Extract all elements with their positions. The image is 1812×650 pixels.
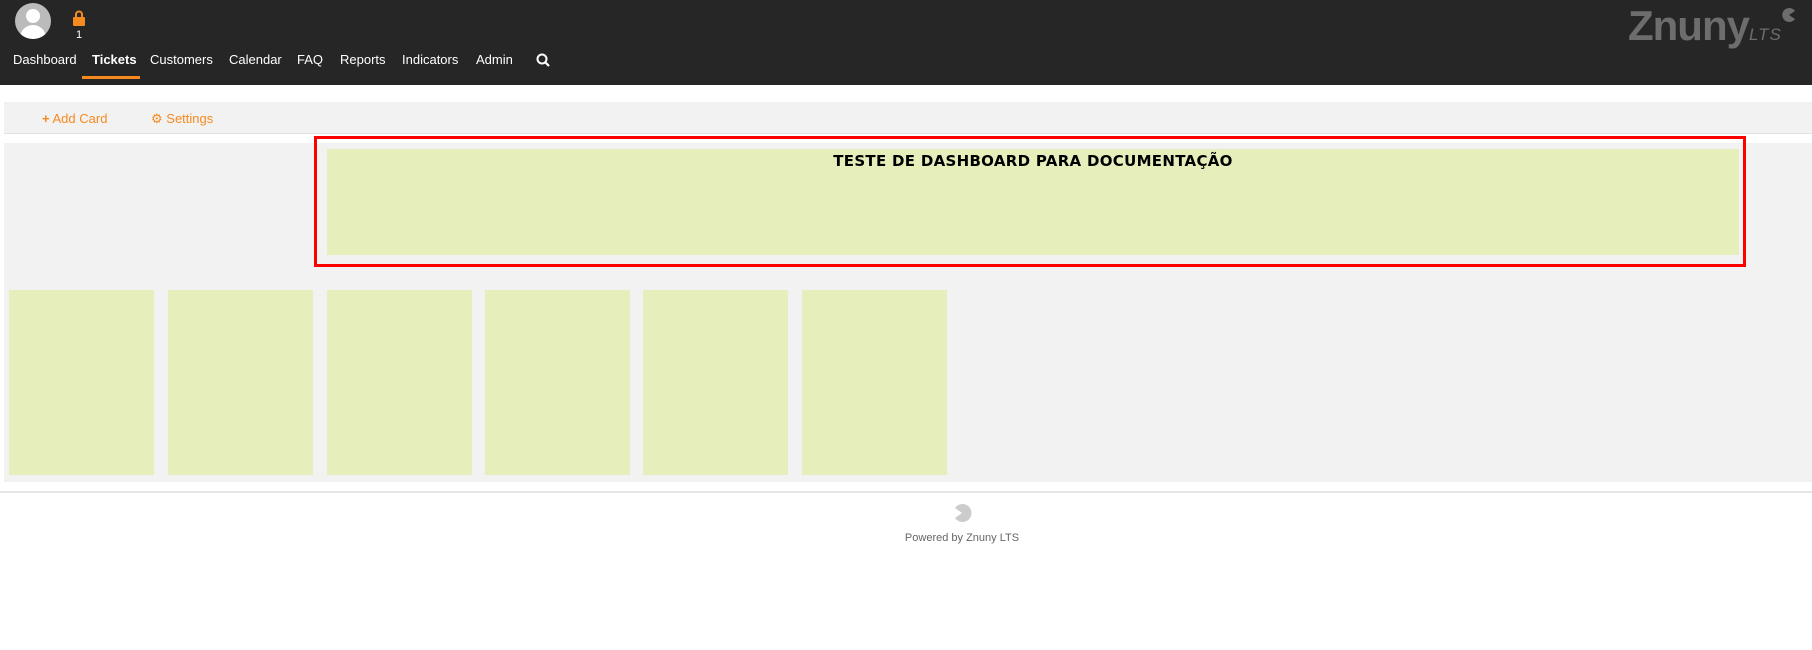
add-card-button[interactable]: + Add Card — [42, 111, 107, 126]
logo-suffix: LTS — [1748, 25, 1782, 44]
nav-faq[interactable]: FAQ — [297, 52, 323, 67]
plus-icon: + — [42, 111, 50, 126]
pacman-icon — [1782, 8, 1795, 22]
nav-calendar[interactable]: Calendar — [229, 52, 282, 67]
active-tab-indicator — [82, 76, 140, 79]
banner-title: TESTE DE DASHBOARD PARA DOCUMENTAÇÃO — [833, 152, 1233, 170]
dashboard-card[interactable] — [327, 290, 472, 475]
dashboard-card[interactable] — [643, 290, 788, 475]
add-card-label: Add Card — [52, 111, 108, 126]
znuny-footer-logo-icon[interactable] — [952, 503, 972, 523]
powered-by-text: Powered by Znuny LTS — [904, 532, 1020, 544]
znuny-logo[interactable]: ZnunyLTS — [1628, 2, 1796, 50]
dashboard-toolbar: + Add Card ⚙ Settings — [4, 102, 1812, 134]
search-icon[interactable] — [536, 53, 550, 67]
nav-admin[interactable]: Admin — [476, 52, 513, 67]
footer-divider — [0, 491, 1812, 493]
dashboard-card[interactable] — [485, 290, 630, 475]
nav-reports[interactable]: Reports — [340, 52, 386, 67]
nav-dashboard[interactable]: Dashboard — [13, 52, 77, 67]
settings-label: Settings — [166, 111, 214, 126]
locked-tickets-count[interactable]: 1 — [76, 29, 82, 41]
lock-icon[interactable] — [73, 10, 85, 26]
banner-card[interactable]: TESTE DE DASHBOARD PARA DOCUMENTAÇÃO — [327, 149, 1739, 255]
gears-icon: ⚙ — [151, 111, 163, 126]
dashboard-card[interactable] — [9, 290, 154, 475]
nav-tickets[interactable]: Tickets — [92, 52, 137, 67]
logo-text: Znuny — [1628, 2, 1750, 49]
nav-indicators[interactable]: Indicators — [402, 52, 458, 67]
top-header: 1 Dashboard Tickets Customers Calendar F… — [0, 0, 1812, 85]
dashboard-card[interactable] — [168, 290, 313, 475]
settings-button[interactable]: ⚙ Settings — [151, 111, 213, 127]
nav-customers[interactable]: Customers — [150, 52, 213, 67]
dashboard-card[interactable] — [802, 290, 947, 475]
avatar[interactable] — [15, 3, 51, 39]
